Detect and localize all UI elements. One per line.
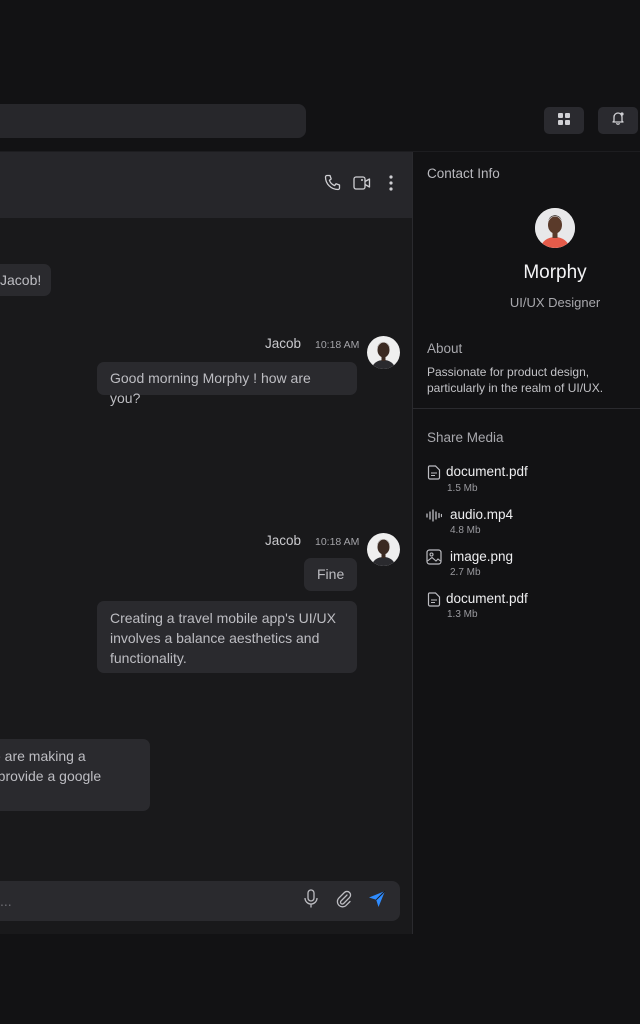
message-bubble: Good morning Morphy ! how are you?: [97, 362, 357, 406]
image-icon: [426, 549, 442, 565]
bell-icon: [611, 111, 625, 130]
attach-button[interactable]: [334, 890, 354, 913]
message-sender: Jacob: [265, 533, 302, 548]
section-divider: [413, 408, 640, 409]
message-text: Fine: [317, 566, 345, 582]
send-icon: [368, 890, 386, 913]
grid-icon: [558, 112, 570, 130]
file-name[interactable]: audio.mp4: [450, 507, 513, 522]
audio-icon: [426, 507, 442, 523]
phone-icon: [324, 174, 341, 196]
file-size: 1.5 Mb: [447, 483, 478, 494]
message-text-line: ve are making a: [0, 748, 86, 764]
about-heading: About: [427, 341, 463, 356]
video-icon: [353, 175, 371, 196]
panel-title: Contact Info: [427, 166, 500, 181]
phone-call-button[interactable]: [323, 174, 341, 196]
video-call-button[interactable]: [353, 175, 371, 196]
more-options-button[interactable]: [382, 174, 400, 196]
message-time: 10:18 AM: [315, 536, 360, 548]
microphone-icon: [303, 888, 319, 914]
contact-name: Morphy: [523, 262, 587, 283]
message-bubble: ve are making a e provide a google: [0, 739, 150, 811]
file-name[interactable]: image.png: [450, 549, 513, 564]
message-text-line: e provide a google: [0, 768, 102, 784]
notifications-button[interactable]: [598, 107, 638, 134]
message-sender: Jacob: [265, 336, 302, 351]
avatar[interactable]: [367, 533, 400, 566]
message-bubble: Creating a travel mobile app's UI/UX inv…: [97, 601, 357, 673]
file-name[interactable]: document.pdf: [446, 464, 528, 479]
file-size: 4.8 Mb: [450, 525, 481, 536]
document-icon: [426, 464, 442, 480]
paperclip-icon: [335, 890, 353, 913]
message-time: 10:18 AM: [315, 339, 360, 351]
send-button[interactable]: [367, 890, 387, 913]
message-bubble: Fine: [304, 558, 357, 591]
more-vertical-icon: [389, 174, 393, 196]
contact-role: UI/UX Designer: [509, 295, 601, 310]
chat-header: [0, 152, 412, 218]
avatar[interactable]: [367, 336, 400, 369]
file-name[interactable]: document.pdf: [446, 591, 528, 606]
share-media-heading: Share Media: [427, 430, 504, 445]
file-size: 2.7 Mb: [450, 567, 481, 578]
message-text: Jacob!: [0, 272, 42, 288]
message-text: Creating a travel mobile app's UI/UX inv…: [110, 610, 336, 666]
document-icon: [426, 591, 442, 607]
apps-button[interactable]: [544, 107, 584, 134]
about-text: Passionate for product design, particula…: [427, 365, 604, 395]
file-size: 1.3 Mb: [447, 609, 478, 620]
panel-divider: [412, 152, 413, 934]
voice-message-button[interactable]: [301, 888, 321, 914]
message-input-placeholder: ...: [0, 893, 12, 909]
contact-avatar[interactable]: [535, 208, 575, 248]
search-bar[interactable]: [0, 104, 306, 138]
message-bubble: Jacob!: [0, 264, 51, 296]
